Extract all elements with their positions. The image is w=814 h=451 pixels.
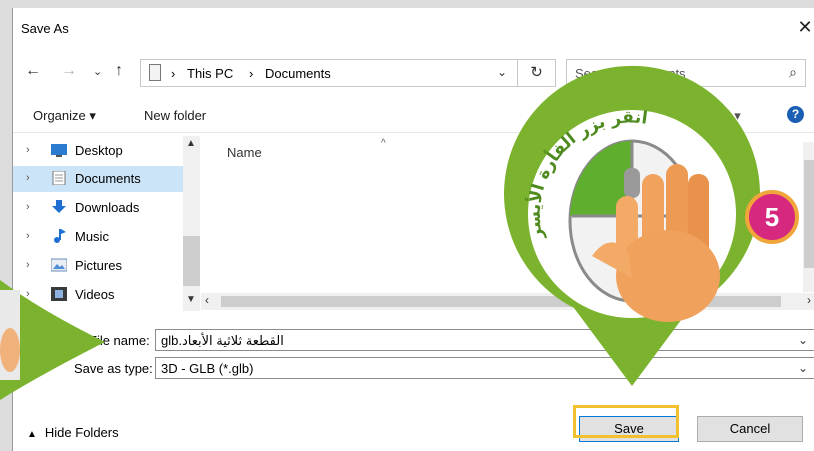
dialog-footer: ▲ Hide Folders Save Cancel bbox=[13, 403, 814, 451]
crumb-documents[interactable]: Documents bbox=[265, 66, 331, 81]
dialog-title: Save As bbox=[21, 21, 69, 36]
scroll-down-icon[interactable]: ▼ bbox=[186, 294, 196, 305]
search-icon[interactable]: ⌕ bbox=[789, 64, 797, 81]
help-icon[interactable]: ? bbox=[787, 106, 804, 123]
save-button[interactable]: Save bbox=[579, 416, 679, 442]
sidebar-item-documents[interactable]: › Documents bbox=[13, 166, 183, 192]
documents-icon bbox=[52, 171, 66, 185]
column-header-name[interactable]: Name bbox=[227, 145, 262, 160]
left-green-pointer-overlay bbox=[0, 280, 105, 400]
scroll-right-icon[interactable]: › bbox=[807, 293, 811, 307]
file-list-vertical-scrollbar[interactable] bbox=[803, 142, 814, 292]
navigation-scrollbar[interactable]: ▲ ▼ bbox=[183, 136, 200, 311]
hide-folders-label: Hide Folders bbox=[44, 425, 119, 440]
music-icon bbox=[54, 229, 66, 243]
scroll-up-icon[interactable]: ▲ bbox=[186, 138, 196, 149]
sort-ascending-icon: ^ bbox=[381, 138, 386, 149]
title-bar: Save As ✕ bbox=[13, 8, 814, 46]
sidebar-item-downloads[interactable]: › Downloads bbox=[13, 195, 183, 221]
sidebar-item-label: Desktop bbox=[75, 143, 123, 158]
expand-chevron-icon[interactable]: › bbox=[26, 201, 30, 213]
sidebar-item-desktop[interactable]: › Desktop bbox=[13, 138, 183, 164]
sidebar-item-music[interactable]: › Music bbox=[13, 224, 183, 250]
expand-chevron-icon[interactable]: › bbox=[26, 144, 30, 156]
file-name-value: القطعة ثلاثية الأبعاد.glb bbox=[161, 333, 284, 348]
mouse-click-callout: انقر بزر الفأرة الأيسر bbox=[504, 65, 760, 387]
new-folder-button[interactable]: New folder bbox=[144, 108, 206, 123]
crumb-this-pc[interactable]: This PC bbox=[187, 66, 233, 81]
back-arrow-icon[interactable]: ← bbox=[25, 62, 41, 80]
close-icon[interactable]: ✕ bbox=[795, 16, 814, 38]
step-number-badge: 5 bbox=[745, 190, 799, 244]
address-bar[interactable]: › This PC › Documents ⌄ bbox=[140, 59, 518, 87]
crumb-separator-icon: › bbox=[249, 66, 254, 81]
sidebar-item-label: Music bbox=[75, 229, 109, 244]
chevron-up-icon: ▲ bbox=[27, 429, 37, 440]
forward-arrow-icon[interactable]: → bbox=[61, 62, 77, 80]
scroll-thumb[interactable] bbox=[183, 236, 200, 286]
scroll-left-icon[interactable]: ‹ bbox=[205, 293, 209, 307]
up-arrow-icon[interactable]: ↑ bbox=[115, 62, 123, 80]
scroll-thumb[interactable] bbox=[804, 160, 814, 268]
expand-chevron-icon[interactable]: › bbox=[26, 172, 30, 184]
hide-folders-button[interactable]: ▲ Hide Folders bbox=[27, 425, 119, 440]
save-as-type-value: 3D - GLB (*.glb) bbox=[161, 361, 254, 376]
chevron-down-icon[interactable]: ⌄ bbox=[798, 361, 808, 375]
expand-chevron-icon[interactable]: › bbox=[26, 230, 30, 242]
downloads-icon bbox=[52, 200, 66, 213]
crumb-separator-icon: › bbox=[171, 66, 176, 81]
chevron-down-icon[interactable]: ⌄ bbox=[798, 333, 808, 347]
recent-locations-chevron-icon[interactable]: ⌄ bbox=[93, 65, 102, 78]
sidebar-item-label: Documents bbox=[75, 171, 141, 186]
organize-button[interactable]: Organize ▾ bbox=[33, 108, 96, 124]
sidebar-item-label: Downloads bbox=[75, 200, 140, 215]
this-pc-icon bbox=[149, 64, 161, 81]
desktop-icon bbox=[51, 144, 67, 157]
cancel-button[interactable]: Cancel bbox=[697, 416, 803, 442]
